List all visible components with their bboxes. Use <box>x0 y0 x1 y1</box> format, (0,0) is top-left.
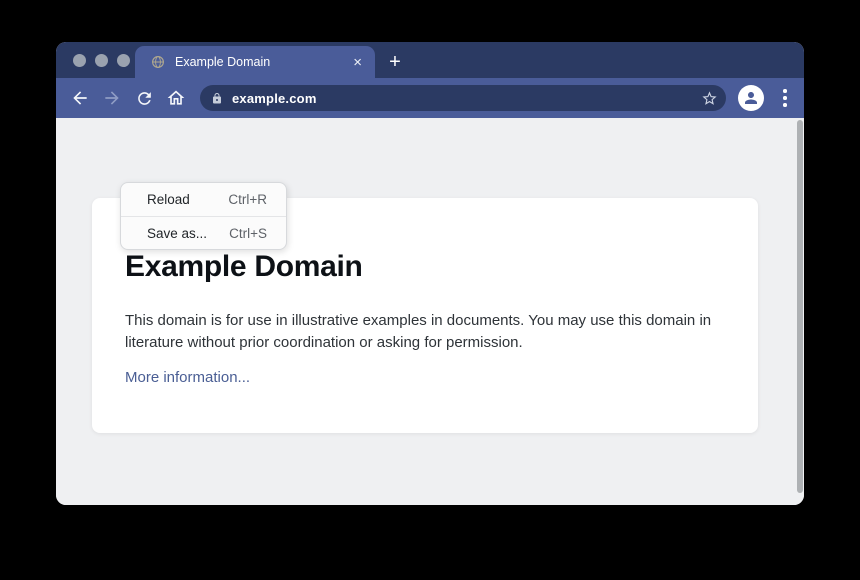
new-tab-button[interactable]: + <box>380 46 410 78</box>
kebab-dot <box>783 89 787 93</box>
bookmark-star-icon[interactable] <box>701 90 718 107</box>
address-bar[interactable]: example.com <box>200 85 726 111</box>
minimize-window-button[interactable] <box>95 54 108 67</box>
kebab-dot <box>783 103 787 107</box>
back-arrow-icon <box>70 88 90 108</box>
window-controls <box>73 54 130 67</box>
context-menu-item-save-as[interactable]: Save as... Ctrl+S <box>121 216 286 249</box>
tab-title: Example Domain <box>175 55 353 69</box>
menu-item-shortcut: Ctrl+S <box>229 226 267 241</box>
tab-example-domain[interactable]: Example Domain × <box>135 46 375 78</box>
page-scrollbar[interactable] <box>797 120 803 493</box>
reload-icon <box>135 89 154 108</box>
reload-button[interactable] <box>128 82 160 114</box>
tab-close-icon[interactable]: × <box>353 55 362 70</box>
page-viewport: Example Domain This domain is for use in… <box>56 118 804 505</box>
page-body-text: This domain is for use in illustrative e… <box>125 310 713 354</box>
kebab-dot <box>783 96 787 100</box>
tab-strip: Example Domain × + <box>56 42 804 78</box>
back-button[interactable] <box>64 82 96 114</box>
url-text: example.com <box>232 91 701 106</box>
menu-item-label: Save as... <box>147 226 207 241</box>
forward-arrow-icon <box>102 88 122 108</box>
context-menu: Reload Ctrl+R Save as... Ctrl+S <box>120 182 287 250</box>
zoom-window-button[interactable] <box>117 54 130 67</box>
browser-window: Example Domain × + <box>56 42 804 505</box>
menu-item-shortcut: Ctrl+R <box>228 192 267 207</box>
home-icon <box>166 88 186 108</box>
more-information-link[interactable]: More information... <box>125 369 250 386</box>
browser-menu-button[interactable] <box>776 82 794 114</box>
globe-favicon-icon <box>151 55 165 69</box>
forward-button[interactable] <box>96 82 128 114</box>
context-menu-item-reload[interactable]: Reload Ctrl+R <box>121 183 286 216</box>
lock-icon <box>211 92 223 105</box>
close-window-button[interactable] <box>73 54 86 67</box>
profile-avatar-icon <box>742 89 760 107</box>
navigation-toolbar: example.com <box>56 78 804 118</box>
menu-item-label: Reload <box>147 192 190 207</box>
home-button[interactable] <box>160 82 192 114</box>
profile-button[interactable] <box>738 85 764 111</box>
page-title: Example Domain <box>125 250 725 284</box>
